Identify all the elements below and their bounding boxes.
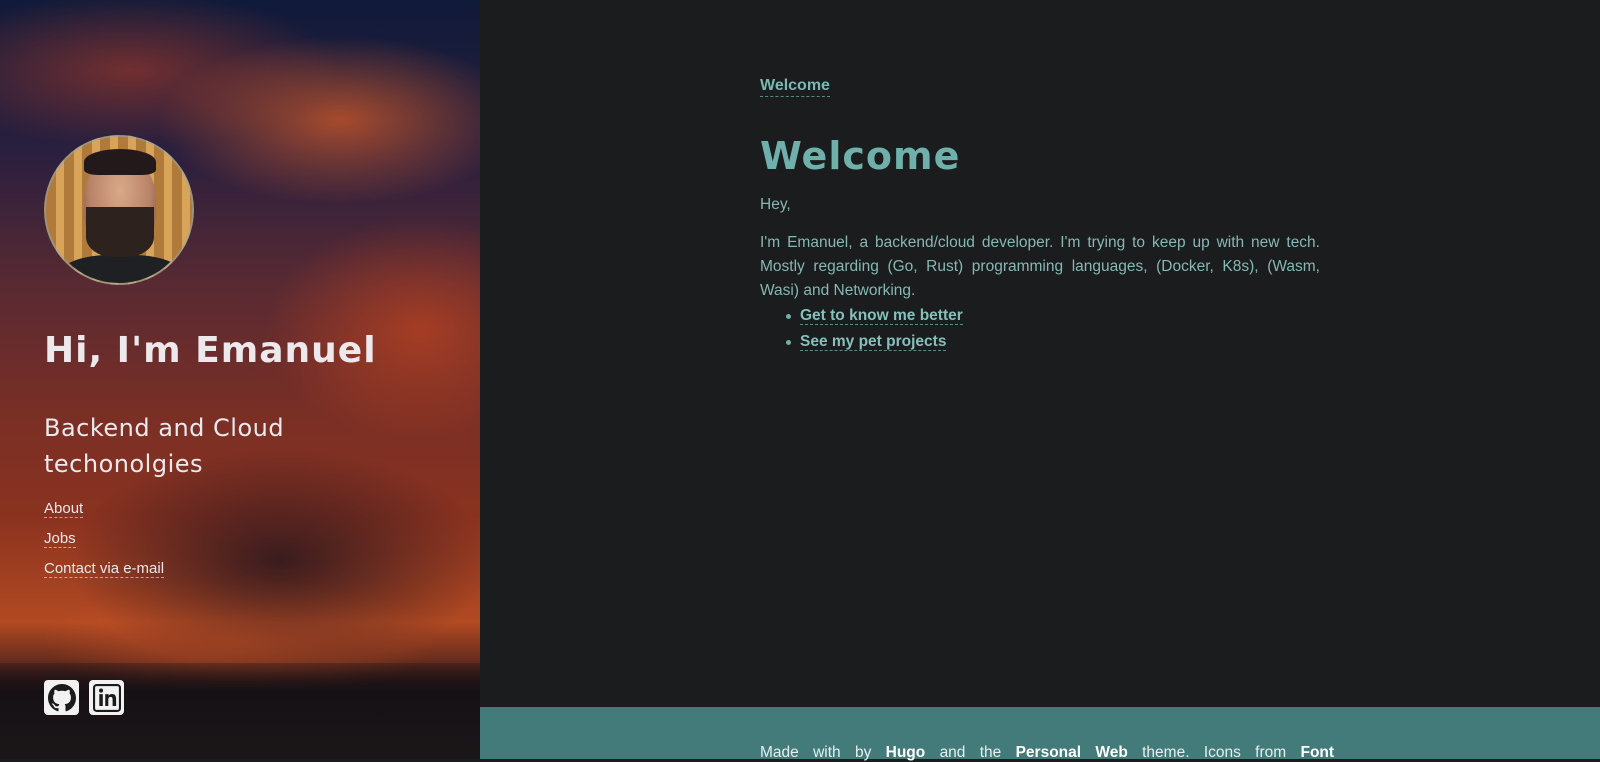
page-title: Welcome <box>760 134 961 178</box>
github-icon[interactable] <box>44 680 79 715</box>
footer: Made with by Hugo and the Personal Web t… <box>480 707 1600 762</box>
footer-prefix: Made with by <box>760 744 872 761</box>
footer-and-the: and the <box>939 744 1002 761</box>
main-content: Welcome Welcome Hey, I'm Emanuel, a back… <box>480 0 1600 707</box>
nav-link-jobs-label: Jobs <box>44 530 76 548</box>
greeting-text: Hey, <box>760 196 791 213</box>
nav-link-jobs[interactable]: Jobs <box>44 528 164 558</box>
nav-link-contact[interactable]: Contact via e-mail <box>44 558 165 588</box>
footer-suffix: theme. Icons from <box>1142 744 1287 761</box>
linkedin-icon[interactable] <box>89 680 124 715</box>
avatar-hair <box>84 149 156 175</box>
footer-hugo-link[interactable]: Hugo <box>886 744 926 761</box>
list-item: Get to know me better <box>786 304 1320 330</box>
sidebar-nav: About Jobs Contact via e-mail <box>44 498 165 588</box>
sidebar: Hi, I'm Emanuel Backend and Cloud techon… <box>0 0 480 759</box>
article-body: Hey, I'm Emanuel, a backend/cloud develo… <box>760 193 1320 356</box>
nav-link-contact-label: Contact via e-mail <box>44 560 165 578</box>
breadcrumb[interactable]: Welcome <box>760 77 830 97</box>
pet-projects-link[interactable]: See my pet projects <box>800 333 947 351</box>
avatar-shoulders <box>56 255 186 283</box>
avatar[interactable] <box>44 135 194 285</box>
footer-theme-link[interactable]: Personal Web <box>1016 744 1128 761</box>
footer-font-link[interactable]: Font <box>1300 744 1334 761</box>
footer-text: Made with by Hugo and the Personal Web t… <box>760 744 1334 762</box>
get-to-know-me-link[interactable]: Get to know me better <box>800 307 963 325</box>
social-links <box>44 680 124 715</box>
link-list: Get to know me better See my pet project… <box>760 304 1320 356</box>
site-subtitle: Backend and Cloud techonolgies <box>44 414 285 478</box>
intro-paragraph: I'm Emanuel, a backend/cloud developer. … <box>760 234 1320 299</box>
nav-link-about[interactable]: About <box>44 498 164 528</box>
list-item: See my pet projects <box>786 330 1320 356</box>
avatar-beard <box>86 207 154 257</box>
nav-link-about-label: About <box>44 500 84 518</box>
site-title[interactable]: Hi, I'm Emanuel <box>44 330 377 371</box>
